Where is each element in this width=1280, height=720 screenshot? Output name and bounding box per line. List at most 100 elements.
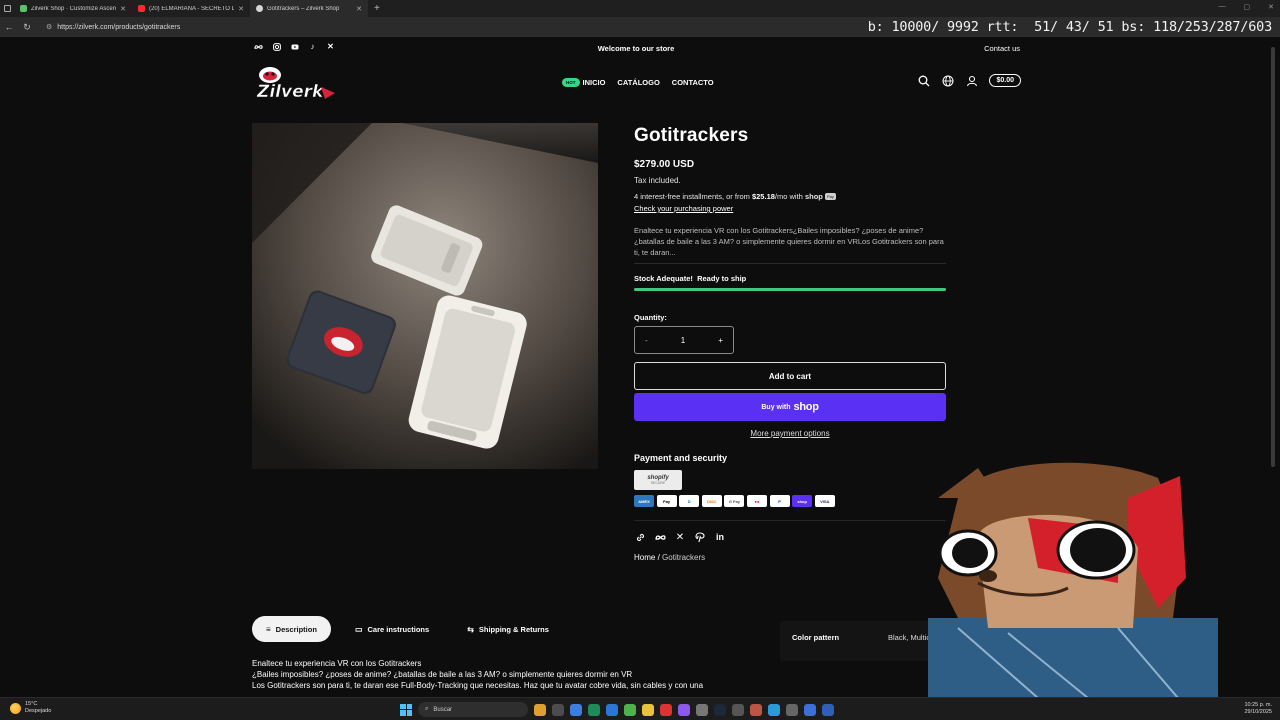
minimize-icon[interactable]: — (1219, 3, 1226, 11)
nav-item-inicio[interactable]: INICIO (583, 78, 606, 87)
tab-shipping-returns[interactable]: ⇆ Shipping & Returns (453, 616, 563, 642)
file-explorer-icon[interactable] (642, 703, 654, 716)
increase-quantity-button[interactable]: + (718, 336, 723, 345)
nav-item-contacto[interactable]: CONTACTO (672, 78, 714, 87)
new-tab-button[interactable]: + (368, 3, 386, 14)
shop-pay-badge: Pay (824, 193, 836, 201)
tab-label: Description (275, 624, 317, 634)
browser-tab-bar: Zilverk Shop · Customize Ascend ✕ (20) E… (0, 0, 1280, 17)
add-to-cart-button[interactable]: Add to cart (634, 362, 946, 391)
window-controls: — ▢ ✕ (1219, 3, 1275, 11)
edge-icon[interactable] (588, 703, 600, 716)
tab-label: (20) ELMARIANA - SECRETO DE A (149, 5, 235, 12)
reload-icon[interactable]: ↻ (18, 22, 36, 33)
weather-widget[interactable]: 15°C Despejado (10, 701, 51, 715)
close-window-icon[interactable]: ✕ (1268, 3, 1274, 11)
store-logo[interactable]: Zilverk (255, 63, 337, 103)
purchasing-power-link[interactable]: Check your purchasing power (634, 204, 733, 213)
close-tab-icon[interactable]: ✕ (356, 5, 362, 13)
header-actions: $0.00 (917, 74, 1021, 87)
browser-tab-1[interactable]: Zilverk Shop · Customize Ascend ✕ (14, 0, 132, 17)
payment-card-icon: AMEX (634, 495, 654, 508)
linkedin-icon[interactable]: in (714, 531, 726, 543)
tab-description[interactable]: ≡ Description (252, 616, 331, 642)
installments-suffix: /mo with (774, 192, 805, 201)
app-icon[interactable] (660, 703, 672, 716)
cart-button[interactable]: $0.00 (989, 74, 1021, 87)
detail-tabs: ≡ Description ▭ Care instructions ⇆ Ship… (252, 616, 563, 642)
stock-ready-text: Ready to ship (697, 274, 747, 284)
installments-prefix: 4 interest-free installments, or from (634, 192, 752, 201)
obs-icon[interactable] (732, 703, 744, 716)
long-description: Enaltece tu experiencia VR con los Gotit… (252, 658, 703, 692)
app-icon[interactable] (534, 703, 546, 716)
weather-sun-icon (10, 702, 21, 714)
store-page: ♪ ✕ Welcome to our store Contact us Zilv… (0, 37, 1280, 697)
windows-taskbar: 15°C Despejado ⌕ Buscar 10:25 p. m. 29/1… (0, 697, 1280, 720)
site-info-icon[interactable]: ⚙ (46, 23, 52, 31)
windows-start-icon[interactable] (400, 703, 412, 716)
temperature: 15°C (25, 701, 38, 707)
link-icon[interactable] (634, 531, 646, 543)
back-icon[interactable]: ← (0, 22, 18, 32)
shop-logo: shop (793, 401, 819, 414)
hot-badge: HOT (562, 78, 580, 87)
maximize-icon[interactable]: ▢ (1244, 3, 1251, 11)
browser-tab-2[interactable]: (20) ELMARIANA - SECRETO DE A ✕ (132, 0, 250, 17)
app-icon[interactable] (750, 703, 762, 716)
product-price: $279.00 USD (634, 159, 695, 170)
x-icon[interactable]: ✕ (674, 531, 686, 543)
task-view-icon[interactable] (552, 703, 564, 716)
more-payment-options-link[interactable]: More payment options (634, 429, 946, 438)
list-icon: ≡ (266, 624, 271, 634)
tab-actions-icon[interactable] (0, 0, 14, 17)
buy-with-shop-button[interactable]: Buy with shop (634, 393, 946, 422)
tab-care-instructions[interactable]: ▭ Care instructions (341, 616, 443, 642)
close-tab-icon[interactable]: ✕ (238, 5, 244, 13)
description-line: Enaltece tu experiencia VR con los Gotit… (252, 659, 422, 668)
app-icon[interactable] (768, 703, 780, 716)
app-icon[interactable] (624, 703, 636, 716)
account-icon[interactable] (965, 74, 978, 87)
app-icon[interactable] (696, 703, 708, 716)
decrease-quantity-button[interactable]: - (645, 336, 648, 345)
search-icon[interactable] (917, 74, 930, 87)
pinterest-icon[interactable] (694, 531, 706, 543)
main-nav: HOT INICIO CATÁLOGO CONTACTO (562, 78, 714, 87)
app-icon[interactable] (804, 703, 816, 716)
meta-icon[interactable] (654, 531, 666, 543)
app-icon[interactable] (570, 703, 582, 716)
page-scrollbar[interactable] (1271, 47, 1275, 467)
payment-card-icon: shop (792, 495, 813, 508)
payment-security-heading: Payment and security (634, 453, 728, 464)
discord-icon[interactable] (678, 703, 690, 716)
breadcrumb-current: Gotitrackers (662, 553, 706, 563)
quantity-input[interactable]: 1 (681, 336, 685, 345)
payment-card-icon: G Pay (724, 495, 745, 508)
network-stats-overlay: b: 10000/ 9992 rtt: 51/ 43/ 51 bs: 118/2… (867, 19, 1273, 35)
settings-icon[interactable] (786, 703, 798, 716)
app-icon[interactable] (606, 703, 618, 716)
shop-pay-logo: shop (804, 192, 823, 201)
browser-tab-3[interactable]: Gotitrackers – Zilverk Shop ✕ (250, 0, 368, 17)
close-tab-icon[interactable]: ✕ (120, 5, 126, 13)
breadcrumb-home[interactable]: Home (634, 553, 655, 562)
taskbar-apps: ⌕ Buscar (400, 702, 834, 717)
spec-value: Black, Multicolor (888, 633, 943, 642)
tab-label: Care instructions (367, 624, 430, 634)
product-image[interactable] (252, 123, 598, 469)
announcement-message: Welcome to our store (597, 44, 675, 53)
system-clock[interactable]: 10:25 p. m. 29/10/2025 (1244, 702, 1272, 716)
breadcrumb-separator: / (657, 553, 660, 563)
url-field[interactable]: ⚙ https://zilverk.com/products/gotitrack… (46, 20, 180, 34)
tab-label: Shipping & Returns (478, 624, 549, 634)
nav-item-catalogo[interactable]: CATÁLOGO (617, 78, 659, 87)
book-icon: ▭ (354, 624, 363, 634)
taskbar-search[interactable]: ⌕ Buscar (418, 702, 528, 717)
steam-icon[interactable] (714, 703, 726, 716)
divider (634, 263, 946, 265)
contact-us-link[interactable]: Contact us (984, 44, 1020, 53)
app-icon[interactable] (822, 703, 834, 716)
spec-table: Color pattern Black, Multicolor (780, 621, 950, 661)
globe-icon[interactable] (941, 74, 954, 87)
